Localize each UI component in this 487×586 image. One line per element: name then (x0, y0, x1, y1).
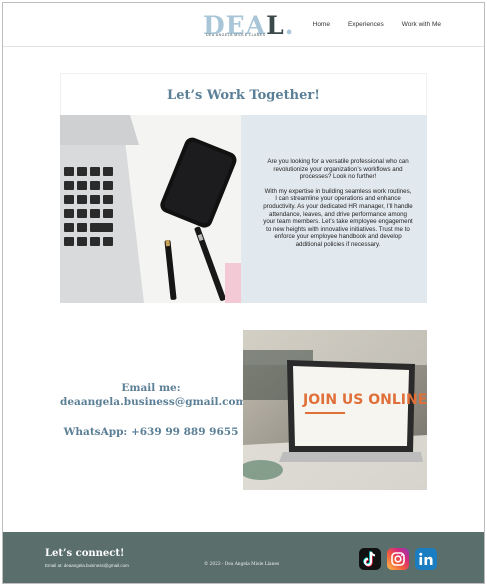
footer-email[interactable]: Email at: deaangela.business@gmail.com (45, 563, 129, 568)
intro-paragraph-2: With my expertise in building seamless w… (263, 187, 413, 248)
work-intro-panel: Are you looking for a versatile professi… (241, 115, 427, 303)
join-us-online-text: JOIN US ONLINE. (302, 392, 427, 408)
tiktok-icon[interactable] (359, 548, 381, 570)
section-title-wrap: Let’s Work Together! (60, 73, 427, 115)
email-link[interactable]: deaangela.business@gmail.com (60, 395, 247, 409)
linkedin-icon[interactable] (415, 548, 437, 570)
logo-subtitle: DEA ANGELA MIOLE LLANES (206, 33, 266, 37)
page-frame: DEAL. DEA ANGELA MIOLE LLANES Home Exper… (2, 2, 485, 584)
join-us-online-photo: JOIN US ONLINE. (243, 330, 427, 490)
section-title: Let’s Work Together! (167, 88, 320, 103)
contact-info: Email me: deaangela.business@gmail.com W… (60, 381, 247, 439)
footer-copyright: © 2023 - Dea Angela Miole Llanes (204, 562, 280, 567)
social-icons (359, 548, 437, 570)
nav-experiences[interactable]: Experiences (348, 21, 384, 28)
whatsapp-link[interactable]: WhatsApp: +639 99 889 9655 (60, 425, 242, 439)
site-logo[interactable]: DEAL. DEA ANGELA MIOLE LLANES (203, 13, 293, 41)
work-together-section: Let’s Work Together! Are you looking for… (60, 73, 427, 303)
nav-work-with-me[interactable]: Work with Me (402, 21, 441, 28)
footer-title: Let’s connect! (45, 548, 125, 559)
main-nav: Home Experiences Work with Me (313, 21, 441, 28)
nav-home[interactable]: Home (313, 21, 330, 28)
email-label: Email me: (121, 382, 181, 394)
site-footer: Let’s connect! Email at: deaangela.busin… (3, 532, 484, 583)
intro-paragraph-1: Are you looking for a versatile professi… (267, 158, 409, 181)
site-header: DEAL. DEA ANGELA MIOLE LLANES Home Exper… (3, 3, 484, 47)
laptop-phone-photo (60, 115, 241, 303)
instagram-icon[interactable] (387, 548, 409, 570)
